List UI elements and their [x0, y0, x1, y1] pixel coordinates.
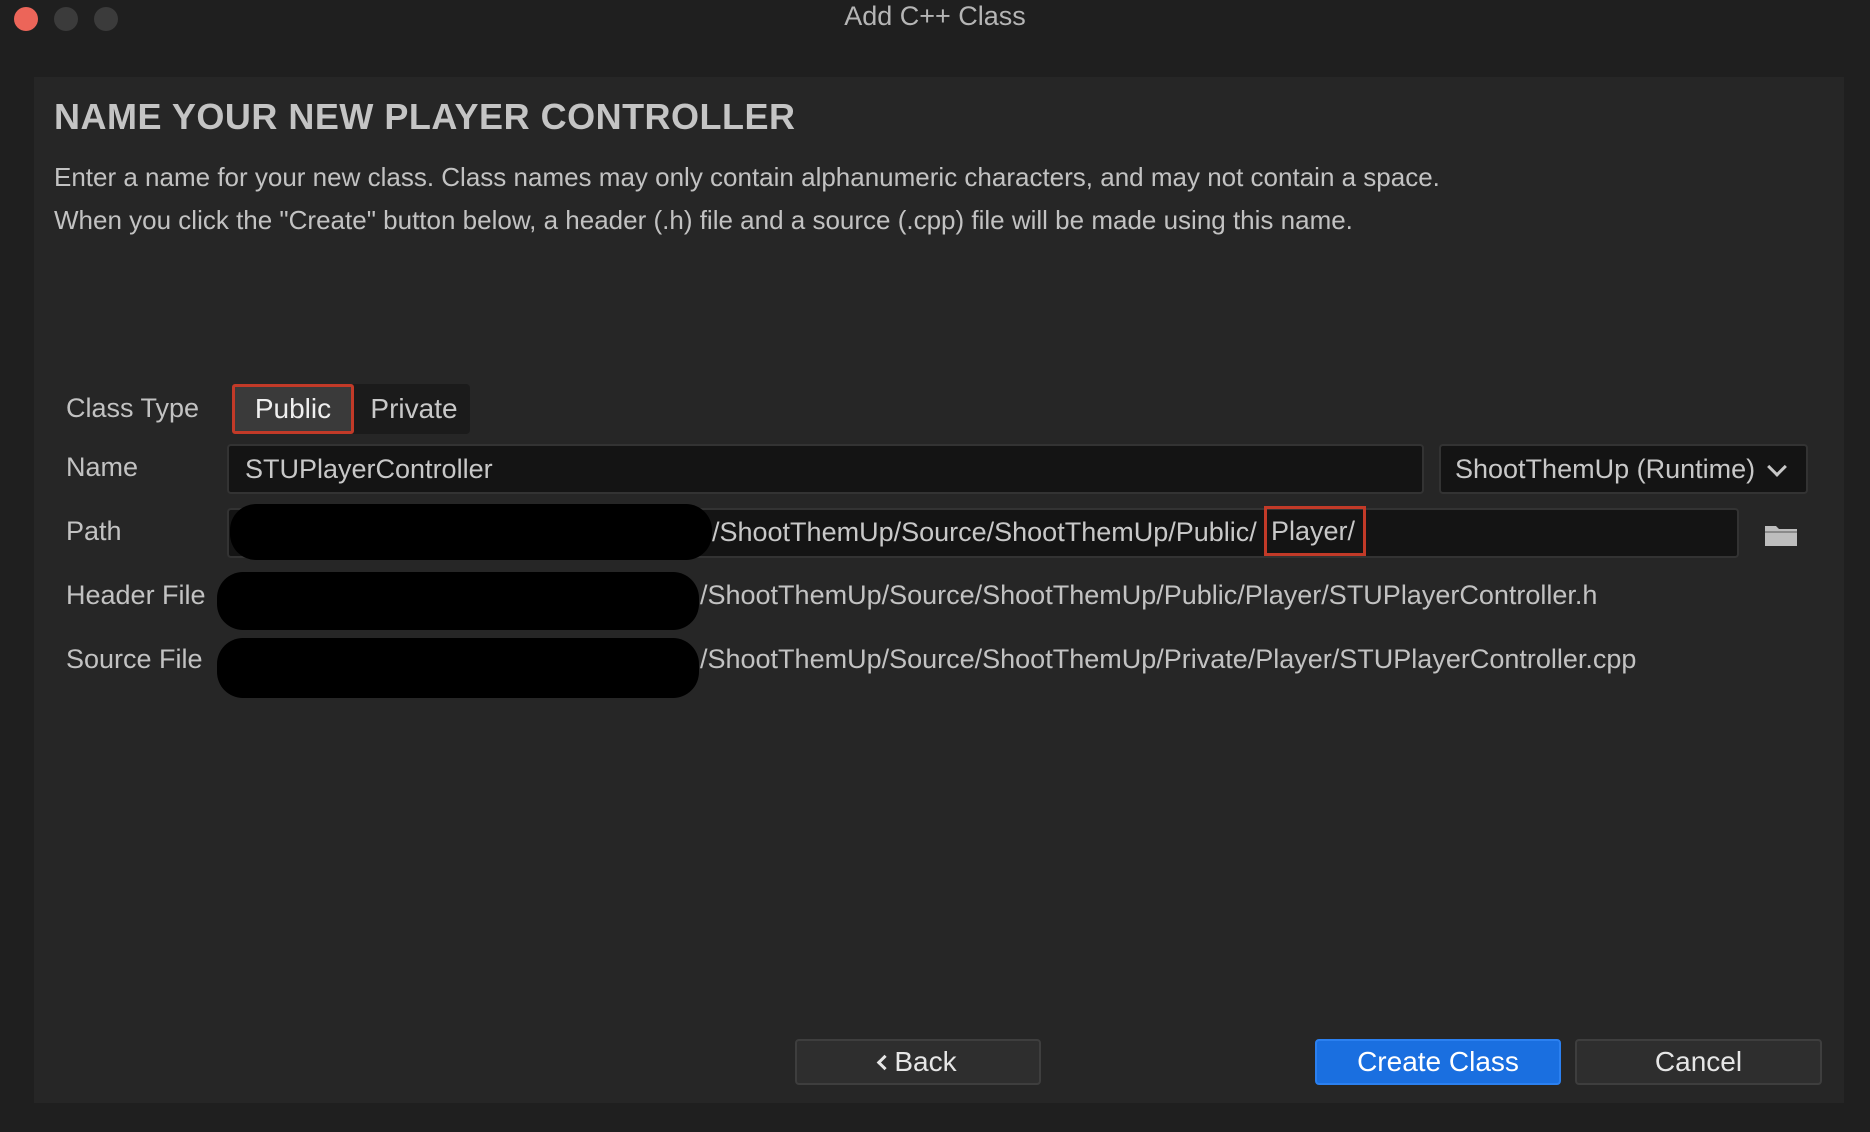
source-file-label: Source File [66, 644, 203, 674]
class-name-input[interactable]: STUPlayerController [227, 444, 1424, 494]
redacted-header-prefix [217, 572, 699, 630]
class-type-toggle: Public Private [232, 384, 470, 434]
header-file-path: /ShootThemUp/Source/ShootThemUp/Public/P… [700, 580, 1598, 610]
module-selected-value: ShootThemUp (Runtime) [1455, 454, 1756, 484]
chevron-left-icon [877, 1054, 893, 1071]
source-file-path: /ShootThemUp/Source/ShootThemUp/Private/… [700, 644, 1637, 674]
module-dropdown[interactable]: ShootThemUp (Runtime) [1439, 444, 1808, 494]
create-class-button[interactable]: Create Class [1315, 1039, 1561, 1085]
class-name-value: STUPlayerController [245, 454, 493, 484]
back-button-label: Back [894, 1046, 957, 1077]
cancel-button[interactable]: Cancel [1575, 1039, 1822, 1085]
path-value: /ShootThemUp/Source/ShootThemUp/Public/ [712, 517, 1257, 547]
add-class-window: Add C++ Class NAME YOUR NEW PLAYER CONTR… [0, 0, 1870, 1132]
redacted-source-prefix [217, 638, 699, 698]
window-title: Add C++ Class [844, 1, 1026, 31]
description-line-1: Enter a name for your new class. Class n… [54, 162, 1440, 192]
page-title: NAME YOUR NEW PLAYER CONTROLLER [54, 96, 796, 137]
class-type-public-button[interactable]: Public [232, 384, 354, 434]
class-type-private-button[interactable]: Private [358, 384, 470, 434]
description-line-2: When you click the "Create" button below… [54, 205, 1353, 235]
back-button[interactable]: Back [795, 1039, 1041, 1085]
redacted-path-prefix [230, 504, 712, 560]
path-highlight-player: Player/ [1264, 506, 1366, 556]
name-label: Name [66, 452, 139, 482]
header-file-label: Header File [66, 580, 206, 610]
chevron-down-icon [1767, 457, 1787, 477]
class-type-label: Class Type [66, 393, 200, 423]
title-bar: Add C++ Class [0, 0, 1870, 40]
path-label: Path [66, 516, 122, 546]
folder-icon[interactable] [1764, 523, 1798, 547]
